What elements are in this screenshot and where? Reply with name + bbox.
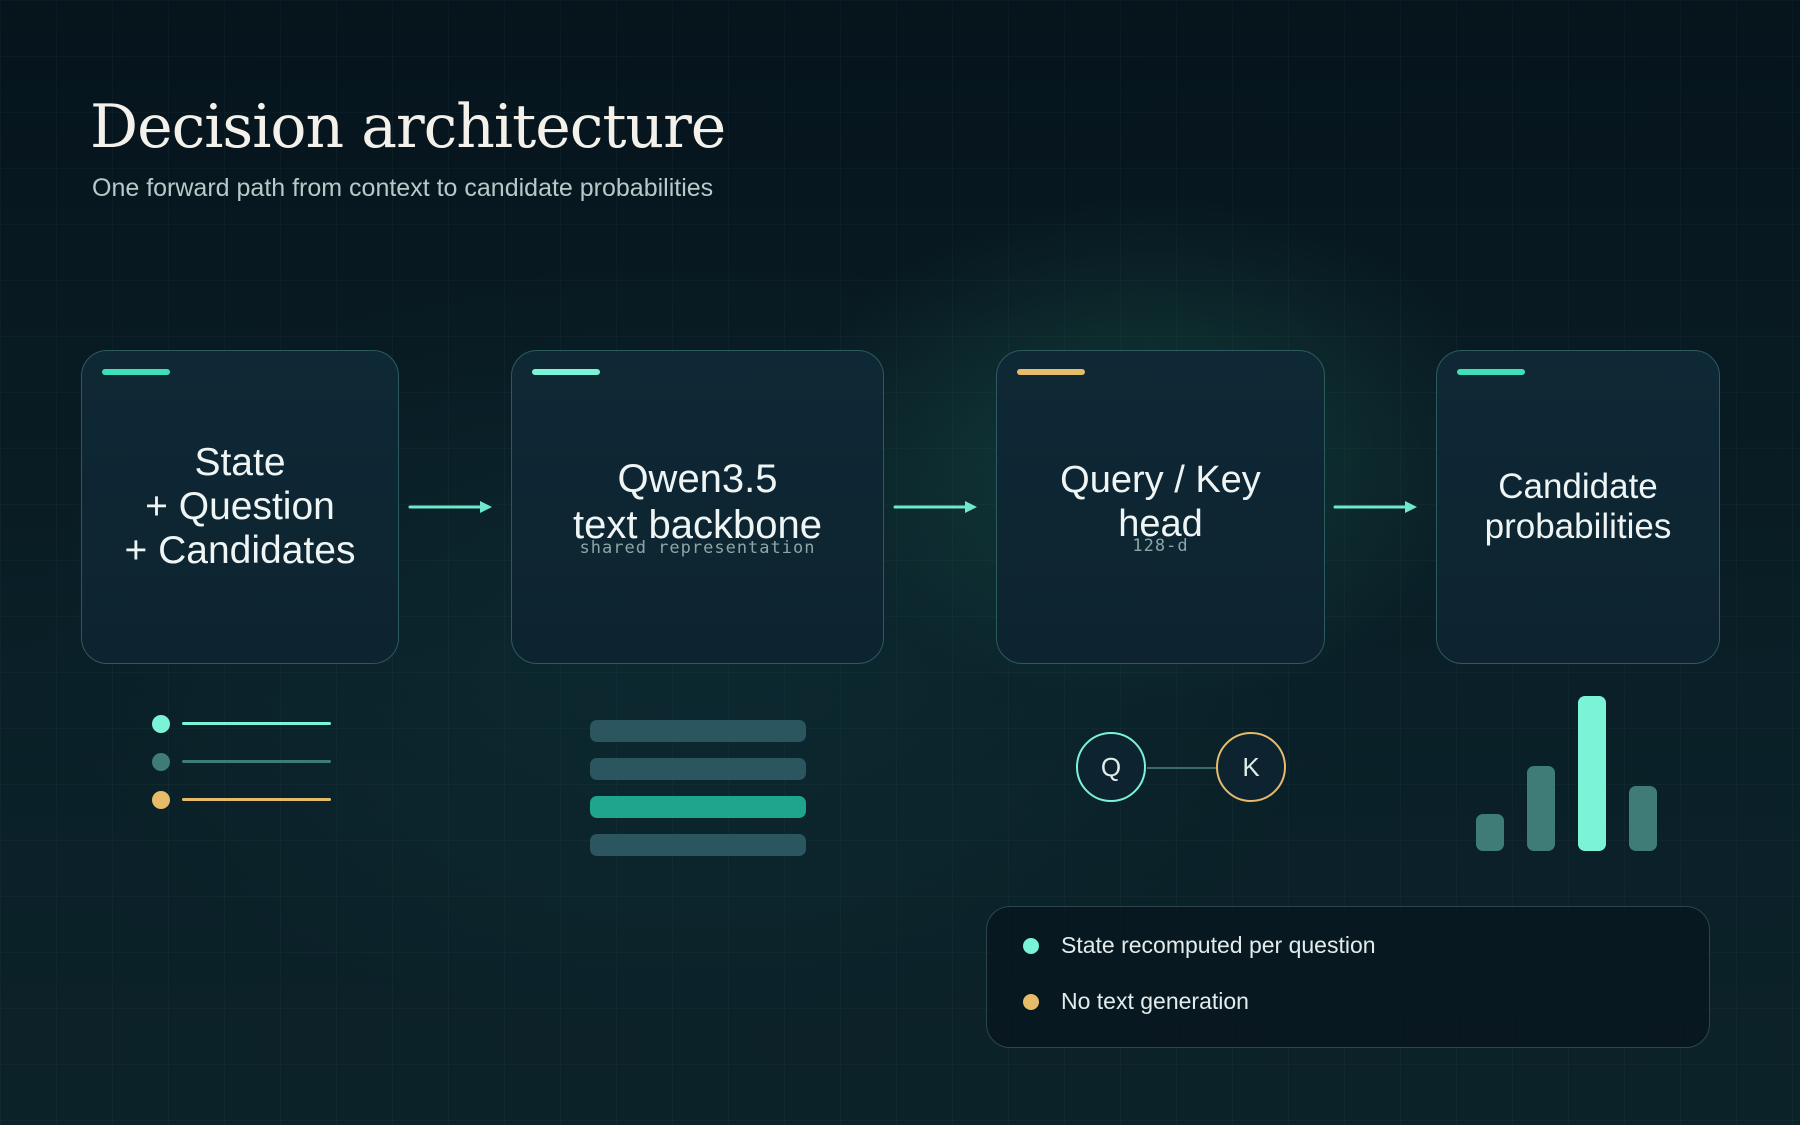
legend-dot <box>1023 993 1039 1010</box>
query-circle: Q <box>1076 732 1146 802</box>
page-title: Decision architecture <box>90 92 726 162</box>
legend-item-no-generation: No text generation <box>1023 988 1249 1015</box>
stage-sublabel: 128-d <box>1132 536 1189 556</box>
probability-bar <box>1629 786 1657 851</box>
layer-bar-highlight <box>590 796 806 818</box>
stage-label: State + Question + Candidates <box>124 441 356 572</box>
legend-text: No text generation <box>1061 988 1249 1014</box>
stage-card-backbone: Qwen3.5 text backbone shared representat… <box>511 350 884 664</box>
stage-label: Query / Key head <box>1060 459 1261 545</box>
probability-bar-top <box>1578 696 1606 851</box>
flow-arrow-3 <box>1333 501 1417 513</box>
list-line-state <box>182 722 331 725</box>
layer-bar <box>590 758 806 780</box>
qk-connector-line <box>1147 767 1217 769</box>
list-line-question <box>182 760 331 763</box>
stage-card-probabilities: Candidate probabilities <box>1436 350 1720 664</box>
probability-bar <box>1527 766 1555 851</box>
page-subtitle: One forward path from context to candida… <box>92 174 714 202</box>
list-dot-candidates <box>152 791 170 809</box>
legend-item-state: State recomputed per question <box>1023 932 1376 959</box>
stage-sublabel: shared representation <box>579 538 816 558</box>
stage-card-query-key: Query / Key head 128-d <box>996 350 1325 664</box>
layer-bar <box>590 720 806 742</box>
legend-panel: State recomputed per question No text ge… <box>986 906 1710 1048</box>
stage-label: Qwen3.5 text backbone <box>572 457 823 547</box>
probability-bar <box>1476 814 1504 851</box>
key-circle: K <box>1216 732 1286 802</box>
layer-bar <box>590 834 806 856</box>
legend-dot <box>1023 937 1039 954</box>
flow-arrow-1 <box>408 501 492 513</box>
stage-label: Candidate probabilities <box>1484 467 1672 546</box>
list-dot-question <box>152 753 170 771</box>
stage-card-input: State + Question + Candidates <box>81 350 399 664</box>
legend-text: State recomputed per question <box>1061 932 1376 958</box>
flow-arrow-2 <box>893 501 977 513</box>
list-dot-state <box>152 715 170 733</box>
list-line-candidates <box>182 798 331 801</box>
